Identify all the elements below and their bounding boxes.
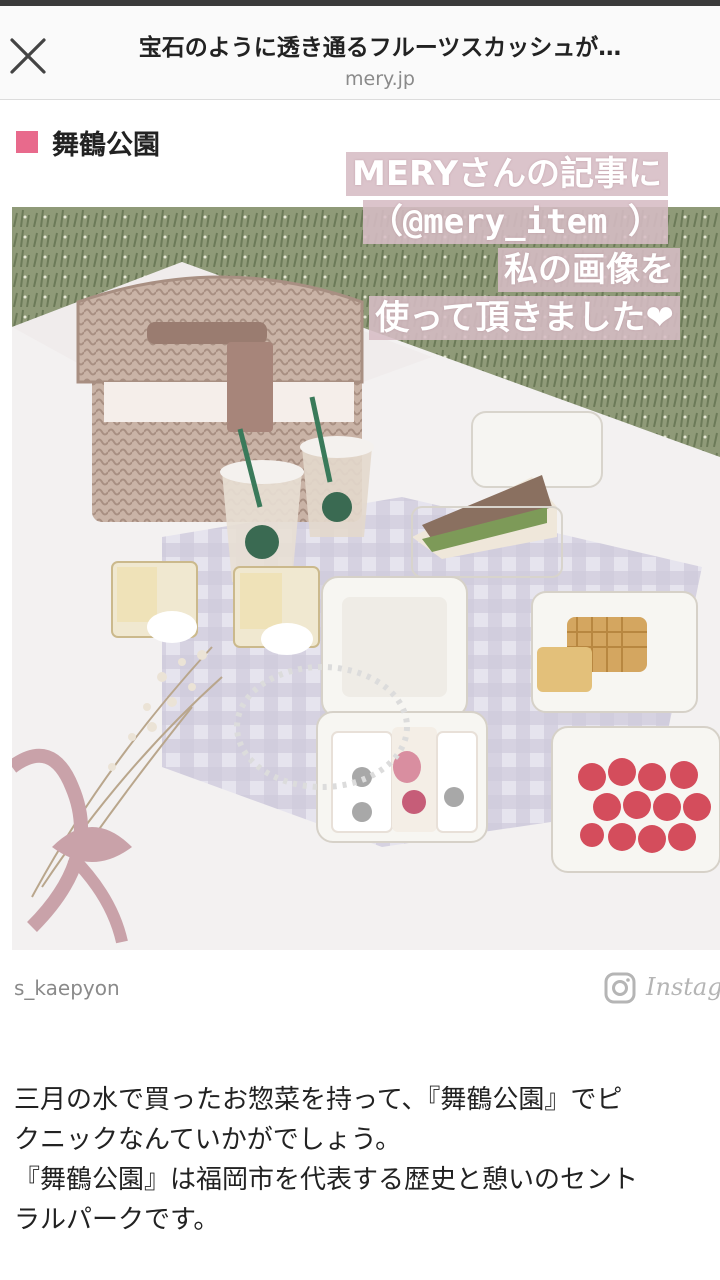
article-line: ラルパークです。: [14, 1205, 220, 1235]
instagram-label[interactable]: Instagr: [646, 973, 720, 1001]
page-title: 宝石のように透き通るフルーツスカッシュが…: [138, 35, 622, 61]
photo-username[interactable]: s_kaepyon: [14, 976, 120, 1000]
photo-overlay-caption: MERYさんの記事に （@mery_item ） 私の画像を 使って頂きました❤: [345, 152, 680, 344]
instagram-icon[interactable]: [604, 972, 636, 1004]
section-heading: 舞鶴公園: [16, 122, 160, 162]
article-line: 三月の水で買ったお惣菜を持って、『舞鶴公園』でピ: [14, 1085, 623, 1115]
article-line: 『舞鶴公園』は福岡市を代表する歴史と憩いのセント: [14, 1165, 639, 1195]
section-marker: [16, 131, 38, 153]
section-title: 舞鶴公園: [52, 129, 160, 161]
article-body: 三月の水で買ったお惣菜を持って、『舞鶴公園』でピ クニックなんていかがでしょう。…: [14, 1080, 720, 1240]
overlay-line: （@mery_item ）: [362, 200, 668, 244]
overlay-line: 使って頂きました❤: [369, 296, 680, 340]
browser-header: 宝石のように透き通るフルーツスカッシュが… mery.jp: [0, 6, 720, 100]
photo-credit: s_kaepyon Instagr: [0, 968, 720, 1008]
close-icon: [10, 38, 46, 74]
overlay-line: MERYさんの記事に: [345, 152, 668, 196]
page-domain: mery.jp: [345, 68, 415, 90]
overlay-line: 私の画像を: [498, 248, 680, 292]
close-button[interactable]: [6, 34, 50, 78]
article-line: クニックなんていかがでしょう。: [14, 1125, 402, 1155]
